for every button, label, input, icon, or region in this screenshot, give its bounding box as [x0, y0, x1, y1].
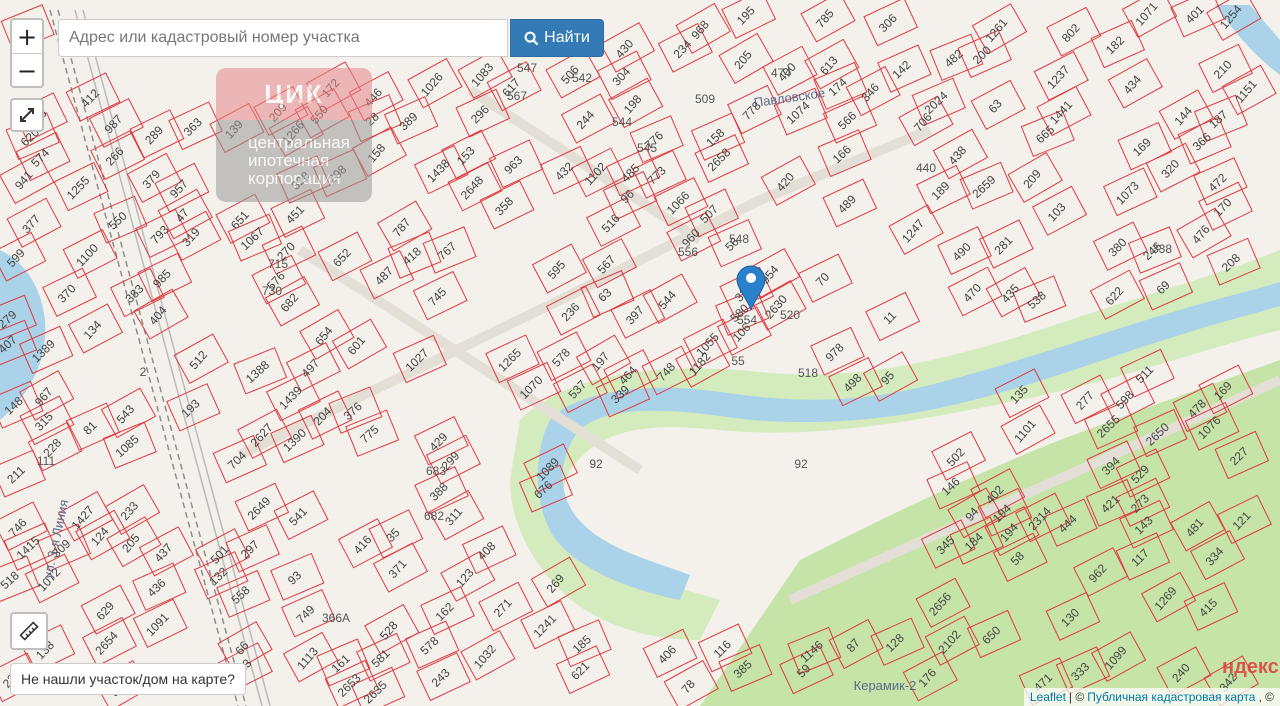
- search-button[interactable]: Найти: [510, 19, 604, 57]
- zoom-in-button[interactable]: +: [12, 20, 42, 54]
- yandex-logo: ндекс: [1222, 656, 1279, 678]
- logo-line-3: корпорация: [248, 169, 341, 188]
- area-number: 556: [678, 245, 698, 259]
- leaflet-link[interactable]: Leaflet: [1030, 690, 1066, 704]
- area-number: 548: [729, 232, 749, 246]
- source-link[interactable]: Публичная кадастровая карта: [1087, 690, 1255, 704]
- area-number: 55: [731, 354, 745, 368]
- area-number: 92: [589, 457, 603, 471]
- logo-abbr: ЦИК: [216, 68, 372, 120]
- area-number: 554: [737, 313, 757, 327]
- area-number: 547: [517, 61, 537, 75]
- attribution: Leaflet | © Публичная кадастровая карта …: [1023, 688, 1280, 706]
- area-number: 545: [637, 141, 657, 155]
- area-number: 92: [794, 457, 808, 471]
- ruler-icon: [19, 621, 39, 641]
- search-input[interactable]: [58, 19, 508, 57]
- area-number: 730: [262, 284, 282, 298]
- area-number: 111: [37, 454, 56, 468]
- watermark-logo: ЦИК центральная ипотечная корпорация: [216, 68, 372, 204]
- zoom-out-button[interactable]: −: [12, 54, 42, 87]
- street-name: Керамик-2: [854, 678, 917, 693]
- logo-text: центральная ипотечная корпорация: [216, 120, 372, 202]
- area-number: 715: [268, 257, 288, 271]
- logo-line-1: центральная: [248, 133, 350, 152]
- area-number: 542: [572, 71, 592, 85]
- cadastral-map[interactable]: 3393795786293234166134855661055240404366…: [0, 0, 1280, 706]
- area-number: 518: [798, 366, 818, 380]
- not-found-button[interactable]: Не нашли участок/дом на карте?: [10, 663, 246, 695]
- logo-line-2: ипотечная: [248, 151, 330, 170]
- area-number: 520: [780, 308, 800, 322]
- area-number: 366А: [322, 611, 350, 625]
- area-number: 338: [1152, 242, 1172, 256]
- area-number: 509: [695, 92, 715, 106]
- fullscreen-button[interactable]: [10, 98, 44, 132]
- area-number: 2: [140, 365, 147, 379]
- search-icon: [524, 31, 539, 45]
- area-number: 683: [426, 464, 446, 478]
- attribution-separator: | ©: [1068, 690, 1085, 704]
- area-number: 440: [916, 161, 936, 175]
- expand-icon: [20, 108, 34, 122]
- zoom-control: + −: [10, 18, 44, 88]
- attribution-tail: , ©: [1258, 690, 1274, 704]
- area-number: 567: [507, 89, 527, 103]
- area-number: 474: [771, 66, 791, 80]
- area-number: 682: [424, 509, 444, 523]
- search-button-label: Найти: [544, 29, 590, 46]
- area-number: 544: [612, 115, 632, 129]
- measure-button[interactable]: [10, 612, 48, 650]
